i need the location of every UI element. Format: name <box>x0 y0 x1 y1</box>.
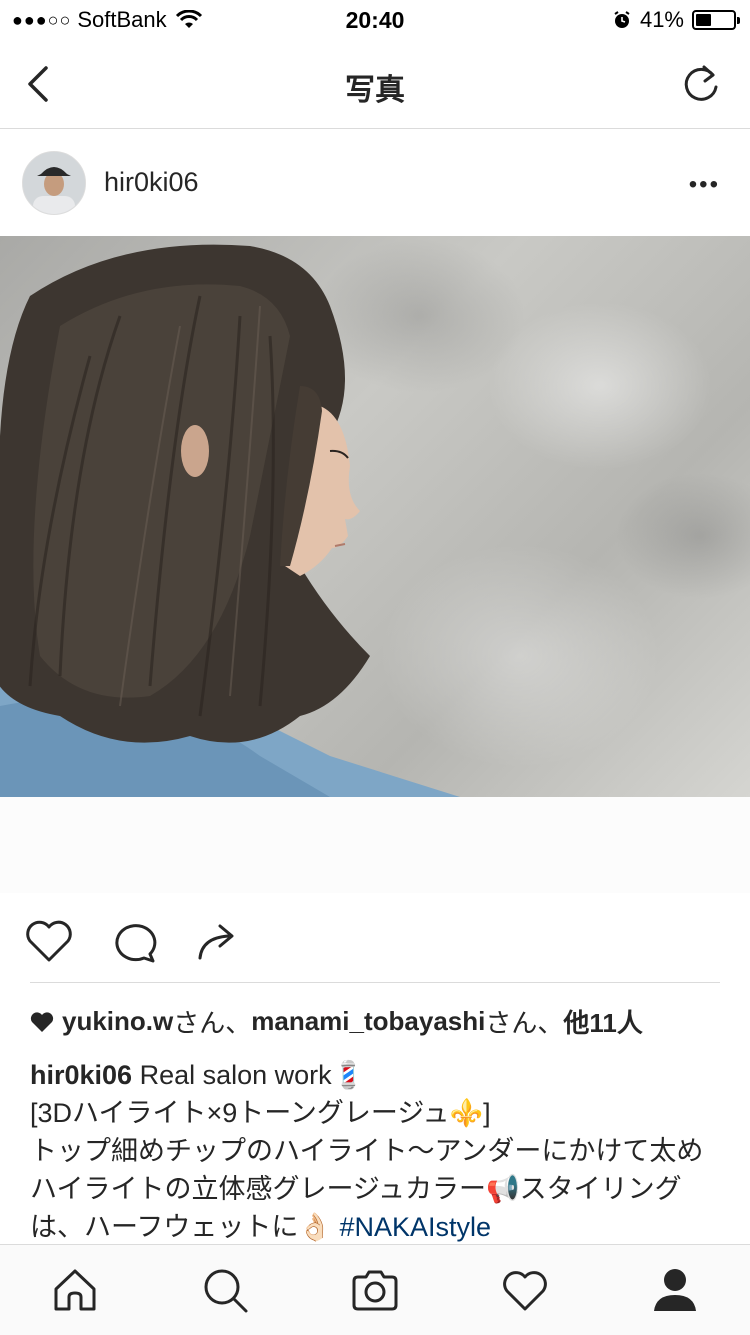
heart-icon[interactable] <box>22 914 76 968</box>
liker-suffix: さん、 <box>173 1008 252 1038</box>
post-username[interactable]: hir0ki06 <box>104 167 199 198</box>
tab-bar <box>0 1244 750 1335</box>
caption-text: Real salon work💈 <box>132 1060 366 1090</box>
other-likers[interactable]: 他11人 <box>563 1003 643 1040</box>
divider <box>30 982 720 983</box>
liker-suffix: さん、 <box>485 1008 564 1038</box>
post-actions <box>0 904 750 974</box>
refresh-icon[interactable] <box>680 62 724 106</box>
photo-image <box>0 244 460 797</box>
status-bar: ●●●○○ SoftBank 20:40 41% <box>0 0 750 40</box>
caption-body: トップ細めチップのハイライト〜アンダーにかけて太めハイライトの立体感グレージュカ… <box>30 1132 720 1246</box>
caption-text: [3Dハイライト×9トーングレージュ⚜️] <box>30 1098 491 1128</box>
battery-icon <box>692 10 740 30</box>
profile-icon[interactable] <box>650 1265 700 1315</box>
caption-username[interactable]: hir0ki06 <box>30 1060 132 1090</box>
caption-first-line: hir0ki06 Real salon work💈 <box>30 1056 720 1094</box>
battery-fill <box>696 14 711 26</box>
navigation-bar: 写真 <box>0 40 750 129</box>
camera-icon[interactable] <box>350 1265 400 1315</box>
share-icon[interactable] <box>192 914 246 968</box>
alarm-icon <box>614 11 630 28</box>
battery-area: 41% <box>612 7 740 33</box>
home-icon[interactable] <box>50 1265 100 1315</box>
liker-username[interactable]: yukino.w <box>62 1006 173 1037</box>
photo-bottom-margin <box>0 797 750 893</box>
hashtag-link[interactable]: #NAKAIstyle <box>340 1212 492 1242</box>
liker-username[interactable]: manami_tobayashi <box>251 1006 485 1037</box>
search-icon[interactable] <box>200 1265 250 1315</box>
heart-icon[interactable] <box>500 1265 550 1315</box>
post-header: hir0ki06 ••• <box>0 129 750 235</box>
page-title: 写真 <box>345 74 405 107</box>
avatar[interactable] <box>22 151 86 215</box>
more-options-button[interactable]: ••• <box>689 171 720 199</box>
likes-summary[interactable]: yukino.w さん、 manami_tobayashi さん、 他11人 <box>30 1003 643 1040</box>
battery-percent: 41% <box>639 7 684 32</box>
comment-icon[interactable] <box>106 914 160 968</box>
post-photo[interactable] <box>0 236 750 797</box>
avatar-image <box>23 152 85 214</box>
heart-icon <box>30 1011 54 1032</box>
post-caption: hir0ki06 Real salon work💈 [3Dハイライト×9トーング… <box>30 1056 720 1246</box>
